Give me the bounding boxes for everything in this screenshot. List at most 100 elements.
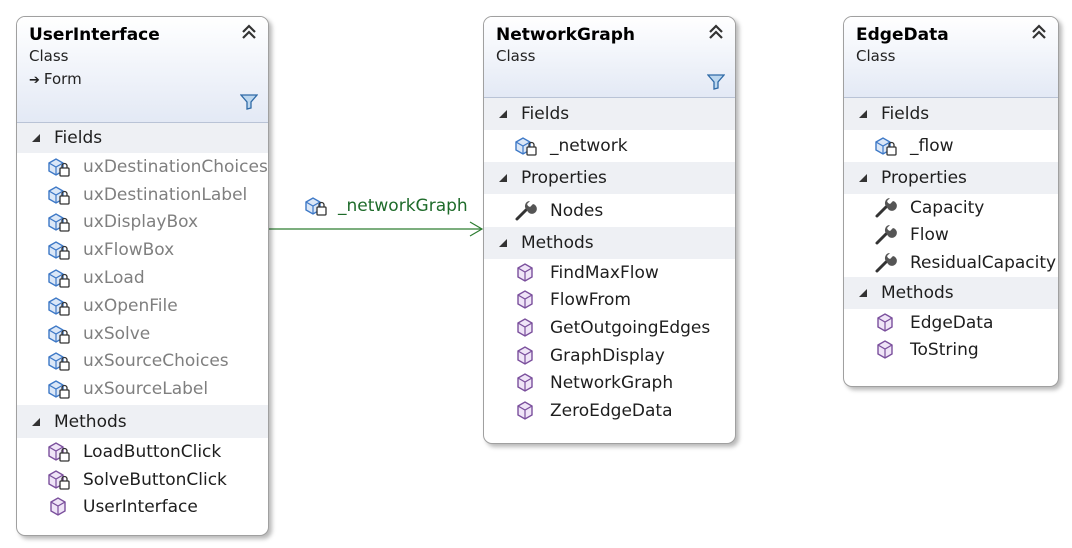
association-label[interactable]: _networkGraph	[304, 195, 468, 217]
section-methods[interactable]: Methods	[17, 405, 268, 439]
member-item[interactable]: ResidualCapacity	[844, 249, 1058, 277]
member-name: uxLoad	[83, 268, 145, 289]
expanded-triangle-icon[interactable]	[496, 171, 510, 185]
member-item[interactable]: Nodes	[484, 194, 735, 227]
member-item[interactable]: UserInterface	[17, 494, 268, 522]
class-box-networkgraph[interactable]: NetworkGraph Class Fields _network Prope…	[483, 16, 736, 444]
section-label: Methods	[54, 411, 127, 432]
expanded-triangle-icon[interactable]	[496, 236, 510, 250]
class-box-userinterface[interactable]: UserInterface Class ➔ Form Fields uxDesti…	[16, 16, 269, 536]
member-item[interactable]: uxDestinationLabel	[17, 181, 268, 209]
member-name: ResidualCapacity	[910, 252, 1057, 273]
section-label: Fields	[881, 104, 930, 124]
expanded-triangle-icon[interactable]	[29, 131, 43, 145]
member-item[interactable]: uxSourceLabel	[17, 375, 268, 403]
member-item[interactable]: GraphDisplay	[484, 342, 735, 370]
class-header[interactable]: NetworkGraph Class	[484, 17, 735, 98]
section-label: Methods	[521, 233, 594, 253]
expanded-triangle-icon[interactable]	[856, 286, 870, 300]
member-item[interactable]: NetworkGraph	[484, 369, 735, 397]
member-name: _network	[550, 136, 628, 156]
section-properties[interactable]: Properties	[844, 162, 1058, 194]
base-class-name: Form	[43, 70, 82, 88]
private-field-icon	[874, 135, 898, 157]
class-name: UserInterface	[29, 25, 160, 45]
class-header[interactable]: EdgeData Class	[844, 17, 1058, 98]
private-field-icon	[47, 295, 71, 317]
member-name: uxFlowBox	[83, 240, 175, 261]
section-fields[interactable]: Fields	[844, 98, 1058, 130]
double-chevron-up-icon[interactable]	[240, 23, 258, 41]
class-header[interactable]: UserInterface Class ➔ Form	[17, 17, 268, 123]
member-name: Capacity	[910, 197, 985, 218]
member-item[interactable]: uxLoad	[17, 264, 268, 292]
member-item[interactable]: EdgeData	[844, 309, 1058, 337]
section-properties[interactable]: Properties	[484, 162, 735, 194]
expanded-triangle-icon[interactable]	[496, 107, 510, 121]
expanded-triangle-icon[interactable]	[856, 107, 870, 121]
private-field-icon	[47, 156, 71, 178]
method-cube-icon	[514, 400, 538, 422]
member-item[interactable]: uxDisplayBox	[17, 209, 268, 237]
member-name: uxDisplayBox	[83, 212, 199, 233]
member-name: NetworkGraph	[550, 373, 674, 394]
section-methods[interactable]: Methods	[844, 276, 1058, 309]
method-cube-icon	[47, 496, 71, 518]
section-label: Properties	[521, 168, 607, 188]
section-methods[interactable]: Methods	[484, 227, 735, 259]
class-name: EdgeData	[856, 25, 949, 45]
section-label: Fields	[521, 104, 570, 124]
section-label: Fields	[54, 128, 103, 148]
member-item[interactable]: Flow	[844, 222, 1058, 250]
method-cube-icon	[514, 345, 538, 367]
member-item[interactable]: ToString	[844, 336, 1058, 364]
expanded-triangle-icon[interactable]	[29, 415, 43, 429]
member-name: FindMaxFlow	[550, 262, 659, 283]
wrench-property-icon	[874, 197, 898, 219]
method-cube-icon	[514, 262, 538, 284]
expanded-triangle-icon[interactable]	[856, 171, 870, 185]
section-fields[interactable]: Fields	[17, 123, 268, 153]
class-name: NetworkGraph	[496, 25, 636, 45]
member-item[interactable]: uxSourceChoices	[17, 348, 268, 376]
member-item[interactable]: ZeroEdgeData	[484, 397, 735, 425]
inheritance-arrow-icon: ➔	[29, 73, 40, 88]
member-item[interactable]: uxFlowBox	[17, 236, 268, 264]
member-name: ZeroEdgeData	[550, 400, 673, 421]
member-name: FlowFrom	[550, 290, 631, 311]
member-item[interactable]: FlowFrom	[484, 287, 735, 315]
method-cube-icon	[514, 289, 538, 311]
filter-icon[interactable]	[239, 94, 259, 110]
method-cube-icon	[874, 339, 898, 361]
wrench-property-icon	[874, 224, 898, 246]
member-item[interactable]: SolveButtonClick	[17, 466, 268, 494]
member-name: _flow	[910, 136, 954, 156]
member-item[interactable]: LoadButtonClick	[17, 438, 268, 466]
member-item[interactable]: GetOutgoingEdges	[484, 314, 735, 342]
member-name: EdgeData	[910, 312, 994, 333]
member-item[interactable]: _network	[484, 130, 735, 162]
class-stereotype: Class	[496, 47, 536, 65]
member-item[interactable]: Capacity	[844, 194, 1058, 222]
member-item[interactable]: uxSolve	[17, 320, 268, 348]
member-name: GraphDisplay	[550, 345, 665, 366]
member-item[interactable]: _flow	[844, 130, 1058, 162]
association-name: _networkGraph	[338, 196, 468, 216]
section-fields[interactable]: Fields	[484, 98, 735, 130]
filter-icon[interactable]	[706, 74, 726, 90]
private-method-icon	[47, 469, 71, 491]
member-name: uxDestinationLabel	[83, 184, 248, 205]
wrench-property-icon	[874, 252, 898, 274]
double-chevron-up-icon[interactable]	[707, 23, 725, 41]
member-name: UserInterface	[83, 497, 198, 518]
member-name: Nodes	[550, 200, 604, 221]
member-item[interactable]: uxOpenFile	[17, 292, 268, 320]
private-field-icon	[47, 211, 71, 233]
field-icon	[304, 195, 328, 217]
class-stereotype: Class	[29, 47, 69, 65]
member-item[interactable]: uxDestinationChoices	[17, 153, 268, 181]
double-chevron-up-icon[interactable]	[1030, 23, 1048, 41]
private-method-icon	[47, 441, 71, 463]
member-item[interactable]: FindMaxFlow	[484, 259, 735, 287]
class-box-edgedata[interactable]: EdgeData Class Fields _flow Properties C…	[843, 16, 1059, 387]
